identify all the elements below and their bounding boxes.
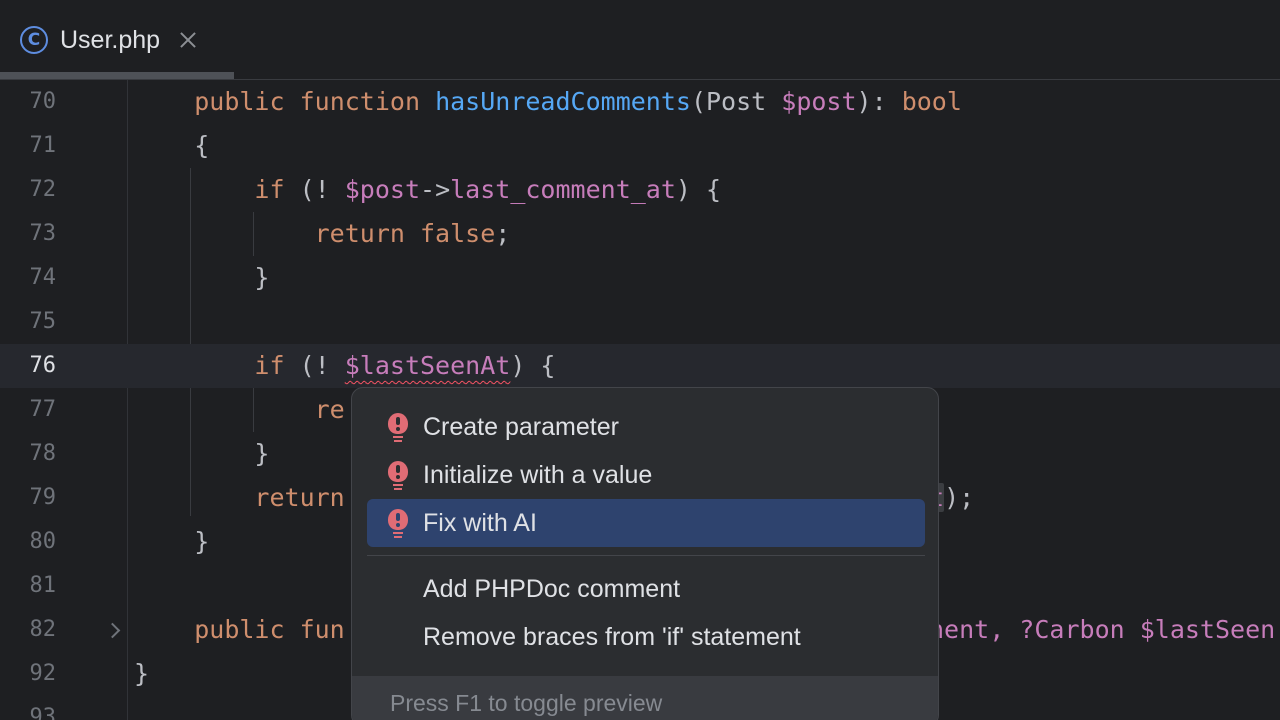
code-text: } <box>254 263 270 292</box>
code-text: return false; <box>314 219 511 248</box>
code-line: 71 { <box>0 124 1280 168</box>
code-text: public function hasUnreadComments(Post $… <box>194 87 962 116</box>
line-number: 80 <box>29 529 57 554</box>
tab-title: User.php <box>60 25 161 54</box>
line-number: 81 <box>29 573 57 598</box>
line-number: 74 <box>29 265 57 290</box>
code-text: if (! $post->last_comment_at) { <box>254 175 722 204</box>
error-bulb-icon <box>387 461 409 493</box>
action-label: Fix with AI <box>423 509 537 537</box>
intention-actions-popup: Create parameter Initialize with a value… <box>351 387 939 720</box>
line-number: 82 <box>29 617 57 642</box>
code-text: } <box>194 527 210 556</box>
code-text: public fun <box>194 615 345 644</box>
undefined-variable-error[interactable]: $lastSeenAt <box>345 351 511 380</box>
line-number: 77 <box>29 397 57 422</box>
code-text: nent, ?Carbon $lastSeen <box>929 615 1276 644</box>
current-code-line: 76 if (! $lastSeenAt) { <box>0 344 1280 388</box>
fix-with-ai-action[interactable]: Fix with AI <box>367 499 925 547</box>
line-number: 70 <box>29 89 57 114</box>
line-number: 76 <box>29 353 57 378</box>
code-text: return <box>254 483 345 512</box>
preview-hint: Press F1 to toggle preview <box>390 690 663 716</box>
create-parameter-action[interactable]: Create parameter <box>367 403 925 451</box>
code-line: 73 return false; <box>0 212 1280 256</box>
popup-footer: Press F1 to toggle preview <box>352 676 938 720</box>
initialize-with-value-action[interactable]: Initialize with a value <box>367 451 925 499</box>
line-number: 73 <box>29 221 57 246</box>
code-line: 74 } <box>0 256 1280 300</box>
code-text: } <box>254 439 270 468</box>
add-phpdoc-action[interactable]: Add PHPDoc comment <box>367 565 925 613</box>
line-number: 78 <box>29 441 57 466</box>
action-label: Remove braces from 'if' statement <box>423 623 801 651</box>
code-line: 72 if (! $post->last_comment_at) { <box>0 168 1280 212</box>
remove-braces-action[interactable]: Remove braces from 'if' statement <box>367 613 925 661</box>
code-text: re <box>314 395 345 424</box>
tab-user-php[interactable]: C User.php <box>0 0 234 80</box>
menu-separator <box>367 555 925 556</box>
line-number: 92 <box>29 661 57 686</box>
error-bulb-icon <box>387 509 409 541</box>
line-number: 75 <box>29 309 57 334</box>
code-text: { <box>194 131 210 160</box>
line-number: 93 <box>29 705 57 720</box>
code-line: 75 <box>0 300 1280 344</box>
code-line: 70 public function hasUnreadComments(Pos… <box>0 80 1280 124</box>
action-label: Create parameter <box>423 413 619 441</box>
action-label: Initialize with a value <box>423 461 653 489</box>
class-icon: C <box>20 26 48 54</box>
active-tab-indicator <box>0 72 234 79</box>
line-number: 72 <box>29 177 57 202</box>
close-icon[interactable] <box>178 30 198 50</box>
error-bulb-icon <box>387 413 409 445</box>
editor-tab-bar: C User.php <box>0 0 1280 80</box>
line-number: 79 <box>29 485 57 510</box>
action-label: Add PHPDoc comment <box>423 575 681 603</box>
code-text: if (! $lastSeenAt) { <box>254 351 556 380</box>
code-text: } <box>134 659 150 688</box>
line-number: 71 <box>29 133 57 158</box>
chevron-right-icon[interactable] <box>104 620 124 640</box>
